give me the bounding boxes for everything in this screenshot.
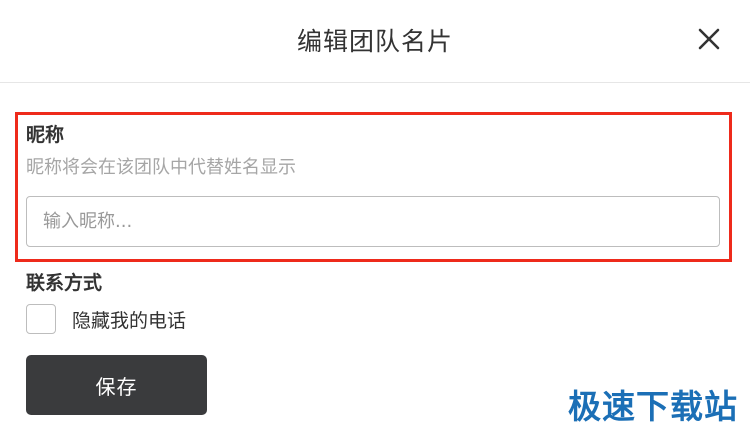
hide-phone-label[interactable]: 隐藏我的电话 <box>72 306 186 333</box>
watermark-logo: 极速下载站 <box>568 387 738 426</box>
hide-phone-checkbox[interactable] <box>26 304 56 334</box>
save-button[interactable]: 保存 <box>26 355 207 415</box>
nickname-hint: 昵称将会在该团队中代替姓名显示 <box>26 157 296 178</box>
nickname-label: 昵称 <box>26 124 65 146</box>
close-icon <box>698 28 720 50</box>
close-button[interactable] <box>694 24 724 54</box>
dialog-title: 编辑团队名片 <box>296 27 453 56</box>
nickname-input[interactable] <box>26 196 720 247</box>
contact-label: 联系方式 <box>26 272 103 294</box>
edit-team-card-dialog: 编辑团队名片 昵称 昵称将会在该团队中代替姓名显示 联系方式 隐藏我的电话 保存… <box>0 0 750 437</box>
dialog-header: 编辑团队名片 <box>0 0 750 83</box>
